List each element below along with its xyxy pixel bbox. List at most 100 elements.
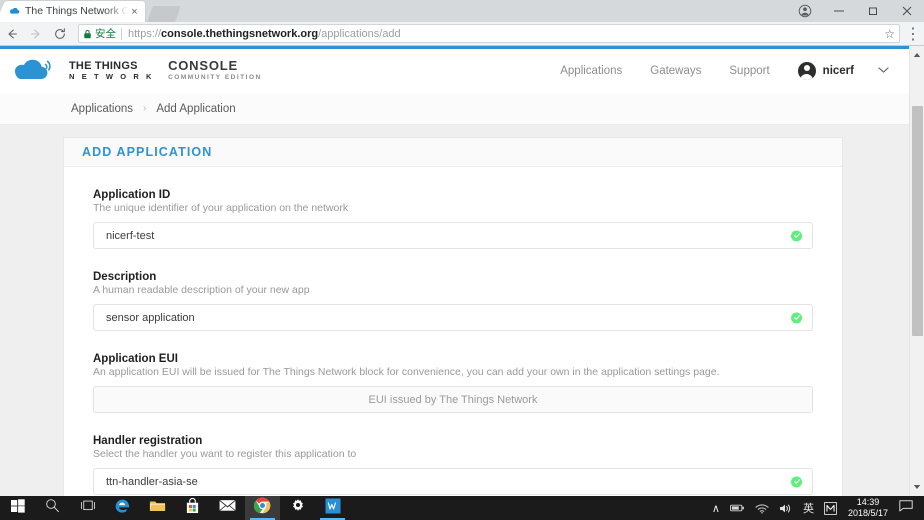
page-title: ADD APPLICATION bbox=[82, 145, 212, 159]
maximize-button[interactable] bbox=[856, 0, 890, 22]
close-button[interactable] bbox=[890, 0, 924, 22]
task-view-icon bbox=[80, 499, 96, 517]
tab-title: The Things Network Co bbox=[25, 1, 128, 22]
clock-date: 2018/5/17 bbox=[848, 508, 888, 519]
breadcrumb-item-add-application: Add Application bbox=[156, 103, 235, 115]
input-value: EUI issued by The Things Network bbox=[369, 394, 538, 406]
field-hint: A human readable description of your new… bbox=[93, 284, 813, 296]
bookmark-star-icon[interactable]: ☆ bbox=[878, 27, 895, 41]
back-icon[interactable] bbox=[0, 23, 24, 45]
field-application-id: Application ID The unique identifier of … bbox=[93, 189, 813, 249]
edge-icon bbox=[114, 497, 131, 519]
scrollbar-thumb[interactable] bbox=[912, 106, 923, 336]
ime-mode-icon[interactable] bbox=[819, 496, 842, 520]
field-handler-registration: Handler registration Select the handler … bbox=[93, 435, 813, 495]
field-hint: Select the handler you want to register … bbox=[93, 448, 813, 460]
action-center-icon[interactable] bbox=[894, 499, 920, 517]
profile-icon[interactable] bbox=[788, 0, 822, 22]
breadcrumb: Applications › Add Application bbox=[0, 93, 909, 125]
valid-check-icon bbox=[791, 230, 802, 241]
new-tab-button[interactable] bbox=[147, 6, 181, 22]
field-label: Application EUI bbox=[93, 353, 813, 365]
url-prefix: https:// bbox=[128, 28, 161, 40]
page-scrollbar[interactable] bbox=[909, 46, 924, 496]
folder-icon bbox=[149, 498, 166, 518]
content-area: ADD APPLICATION Application ID The uniqu… bbox=[0, 125, 909, 496]
field-label: Description bbox=[93, 271, 813, 283]
browser-toolbar: 安全 https://console.thethingsnetwork.org/… bbox=[0, 22, 924, 46]
minimize-button[interactable] bbox=[822, 0, 856, 22]
breadcrumb-separator-icon: › bbox=[133, 103, 156, 114]
settings-button[interactable] bbox=[280, 496, 315, 520]
secure-label: 安全 bbox=[95, 26, 116, 41]
field-hint: The unique identifier of your applicatio… bbox=[93, 202, 813, 214]
search-button[interactable] bbox=[35, 496, 70, 520]
field-hint: An application EUI will be issued for Th… bbox=[93, 366, 813, 378]
tab-strip: The Things Network Co × bbox=[0, 0, 924, 22]
add-application-panel: ADD APPLICATION Application ID The uniqu… bbox=[63, 137, 843, 496]
input-value: nicerf-test bbox=[106, 230, 154, 242]
brand-line1: THE THINGS bbox=[69, 60, 154, 72]
url-path: /applications/add bbox=[318, 28, 401, 40]
task-view-button[interactable] bbox=[70, 496, 105, 520]
field-label: Handler registration bbox=[93, 435, 813, 447]
chrome-button[interactable] bbox=[245, 496, 280, 520]
console-line2: COMMUNITY EDITION bbox=[168, 73, 262, 83]
nav-item-gateways[interactable]: Gateways bbox=[636, 65, 715, 77]
url-host: console.thethingsnetwork.org bbox=[161, 28, 318, 40]
panel-header: ADD APPLICATION bbox=[64, 138, 842, 167]
clock-time: 14:39 bbox=[848, 497, 888, 508]
cloud-icon bbox=[8, 5, 21, 18]
chevron-down-icon[interactable] bbox=[878, 65, 889, 77]
mail-button[interactable] bbox=[210, 496, 245, 520]
ime-language-indicator[interactable]: 英 bbox=[798, 496, 819, 520]
description-input[interactable]: sensor application bbox=[93, 304, 813, 331]
field-application-eui: Application EUI An application EUI will … bbox=[93, 353, 813, 413]
gear-icon bbox=[290, 498, 306, 519]
app-window-button[interactable] bbox=[315, 496, 350, 520]
scroll-down-icon[interactable] bbox=[910, 480, 924, 494]
omnibox-divider bbox=[121, 28, 122, 40]
application-eui-display: EUI issued by The Things Network bbox=[93, 386, 813, 413]
user-menu[interactable]: nicerf bbox=[798, 62, 889, 80]
browser-chrome: The Things Network Co × bbox=[0, 0, 924, 46]
url-text: https://console.thethingsnetwork.org/app… bbox=[128, 28, 401, 40]
handler-registration-select[interactable]: ttn-handler-asia-se bbox=[93, 468, 813, 495]
brand-line2: N E T W O R K bbox=[69, 72, 154, 82]
store-button[interactable] bbox=[175, 496, 210, 520]
lock-icon bbox=[83, 29, 92, 39]
start-button[interactable] bbox=[0, 496, 35, 520]
browser-tab[interactable]: The Things Network Co × bbox=[4, 1, 145, 22]
user-name: nicerf bbox=[823, 65, 854, 77]
wifi-icon[interactable] bbox=[750, 496, 774, 520]
address-bar[interactable]: 安全 https://console.thethingsnetwork.org/… bbox=[78, 24, 900, 43]
chrome-icon bbox=[254, 497, 271, 519]
edge-button[interactable] bbox=[105, 496, 140, 520]
scroll-up-icon[interactable] bbox=[910, 48, 924, 62]
taskbar: ∧ bbox=[0, 496, 924, 520]
brand-logo-group[interactable]: THE THINGS N E T W O R K CONSOLE COMMUNI… bbox=[14, 58, 262, 84]
field-description: Description A human readable description… bbox=[93, 271, 813, 331]
reload-icon[interactable] bbox=[48, 23, 72, 45]
ttn-cloud-logo-icon bbox=[14, 58, 60, 84]
console-line1: CONSOLE bbox=[168, 59, 262, 73]
chrome-menu-icon[interactable]: ⋮ bbox=[902, 24, 924, 44]
tray-overflow-icon[interactable]: ∧ bbox=[707, 496, 725, 520]
breadcrumb-item-applications[interactable]: Applications bbox=[71, 103, 133, 115]
clock[interactable]: 14:39 2018/5/17 bbox=[842, 497, 894, 519]
screen: The Things Network Co × bbox=[0, 0, 924, 520]
volume-icon[interactable] bbox=[774, 496, 798, 520]
application-id-input[interactable]: nicerf-test bbox=[93, 222, 813, 249]
valid-check-icon bbox=[791, 312, 802, 323]
nav-item-applications[interactable]: Applications bbox=[546, 65, 636, 77]
search-icon bbox=[45, 498, 60, 518]
battery-icon[interactable] bbox=[725, 496, 750, 520]
app-icon bbox=[325, 498, 341, 519]
valid-check-icon bbox=[791, 476, 802, 487]
input-value: sensor application bbox=[106, 312, 195, 324]
console-text: CONSOLE COMMUNITY EDITION bbox=[168, 59, 262, 83]
forward-icon[interactable] bbox=[24, 23, 48, 45]
file-explorer-button[interactable] bbox=[140, 496, 175, 520]
nav-item-support[interactable]: Support bbox=[715, 65, 783, 77]
tab-close-icon[interactable]: × bbox=[128, 6, 141, 18]
